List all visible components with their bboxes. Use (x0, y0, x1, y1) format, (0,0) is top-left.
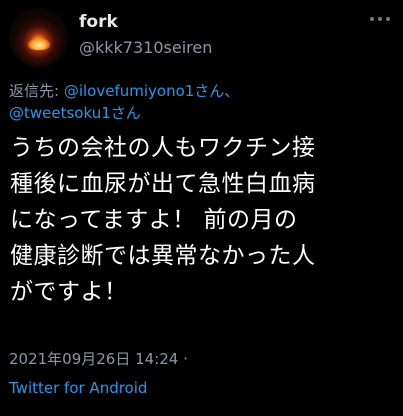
user-handle[interactable]: @kkk7310seiren (79, 38, 212, 58)
display-name[interactable]: fork (79, 12, 118, 32)
reply-to-line: 返信先: @ilovefumiyono1さん、 @tweetsoku1さん (9, 80, 394, 124)
tweet-text-line: 健康診断では異常なかった人 (10, 243, 316, 269)
more-dot (386, 17, 390, 21)
more-dot (378, 17, 382, 21)
tweet-text-line: がですよ！ (10, 279, 128, 305)
more-options-icon[interactable] (370, 14, 390, 24)
avatar[interactable] (9, 8, 68, 67)
reply-prefix: 返信先: (9, 82, 64, 100)
mention-link[interactable]: @tweetsoku1さん (9, 104, 141, 122)
campfire-icon (28, 38, 50, 50)
tweet-text-line: 種後に血尿が出て急性白血病 (10, 171, 316, 197)
tweet-text: うちの会社の人もワクチン接 種後に血尿が出て急性白血病 になってますよ！ 前の月… (10, 130, 398, 310)
more-dot (370, 17, 374, 21)
tweet-text-line: になってますよ！ 前の月の (10, 207, 298, 233)
tweet-source-link[interactable]: Twitter for Android (9, 377, 147, 399)
tweet-card: fork @kkk7310seiren 返信先: @ilovefumiyono1… (0, 0, 403, 416)
tweet-timestamp[interactable]: 2021年09月26日 14:24 · (9, 348, 188, 370)
mention-link[interactable]: @ilovefumiyono1さん、 (64, 82, 239, 100)
tweet-text-line: うちの会社の人もワクチン接 (10, 135, 316, 161)
